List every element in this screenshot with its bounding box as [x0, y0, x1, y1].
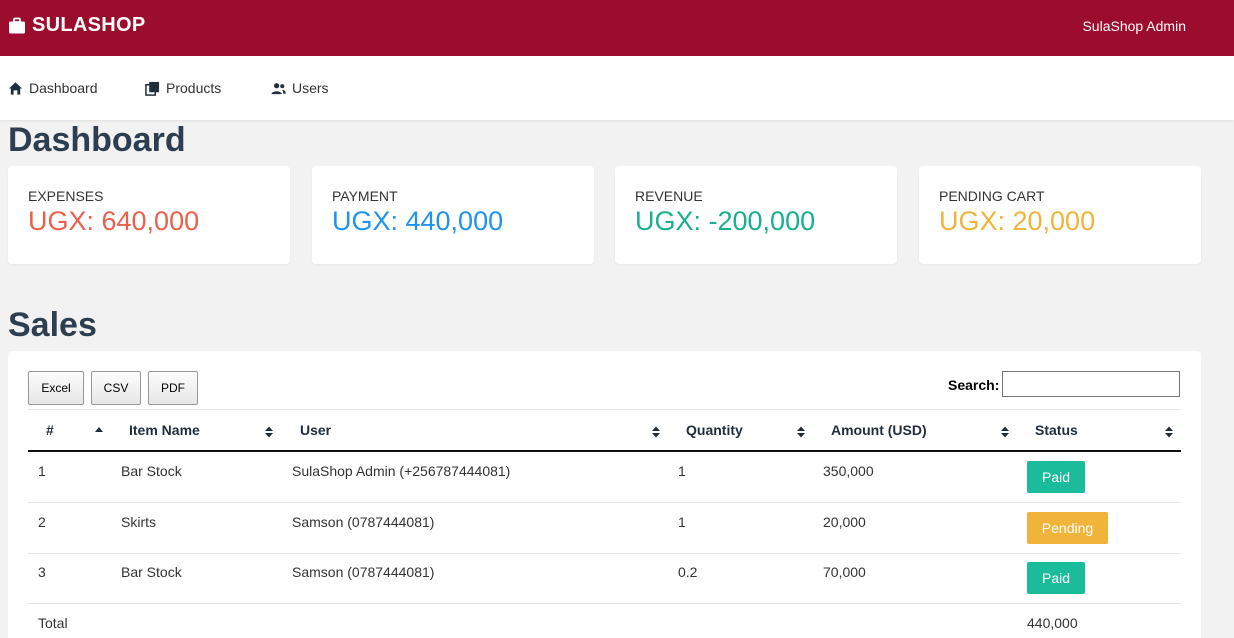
books-icon — [145, 81, 160, 96]
search-input[interactable] — [1002, 371, 1180, 397]
home-icon — [8, 81, 23, 95]
nav-users-label: Users — [292, 80, 329, 96]
page-title: Dashboard — [8, 121, 186, 159]
column-header-amount[interactable]: Amount (USD) — [831, 422, 927, 438]
briefcase-icon — [9, 17, 25, 33]
table-header-divider — [28, 450, 1181, 452]
total-value: 440,000 — [1027, 615, 1078, 631]
sales-title: Sales — [8, 306, 97, 344]
cell-quantity: 0.2 — [678, 564, 698, 580]
sort-icon[interactable] — [796, 425, 806, 439]
stat-value: UGX: 20,000 — [939, 206, 1096, 236]
stat-card-expenses: EXPENSES UGX: 640,000 — [8, 166, 290, 264]
status-badge[interactable]: Paid — [1027, 461, 1085, 493]
sort-icon[interactable] — [1164, 425, 1174, 439]
cell-amount: 70,000 — [823, 564, 866, 580]
cell-user: Samson (0787444081) — [292, 514, 435, 530]
column-header-item-name[interactable]: Item Name — [129, 422, 200, 438]
search-label: Search: — [948, 377, 1000, 393]
nav-bar: Dashboard Products Users — [0, 56, 1234, 120]
sort-icon[interactable] — [1000, 425, 1010, 439]
cell-number: 2 — [38, 514, 46, 530]
cell-amount: 350,000 — [823, 463, 874, 479]
status-badge[interactable]: Pending — [1027, 512, 1108, 544]
row-divider — [28, 603, 1181, 604]
stat-label: EXPENSES — [28, 188, 104, 204]
stat-card-payment: PAYMENT UGX: 440,000 — [312, 166, 594, 264]
brand-name: SULASHOP — [32, 14, 146, 36]
sort-asc-icon[interactable] — [94, 425, 104, 435]
top-bar: SULASHOP SulaShop Admin — [0, 0, 1234, 56]
sales-panel: Excel CSV PDF Search: # Item Name User Q… — [8, 351, 1201, 638]
column-header-user[interactable]: User — [300, 422, 331, 438]
cell-item-name: Skirts — [121, 514, 156, 530]
stat-value: UGX: 640,000 — [28, 206, 200, 236]
export-excel-button[interactable]: Excel — [28, 371, 84, 405]
row-divider — [28, 502, 1181, 503]
stat-label: REVENUE — [635, 188, 703, 204]
nav-dashboard-label: Dashboard — [29, 80, 98, 96]
cell-number: 1 — [38, 463, 46, 479]
status-badge[interactable]: Paid — [1027, 562, 1085, 594]
admin-user-menu[interactable]: SulaShop Admin — [1082, 18, 1186, 34]
divider — [28, 409, 1181, 410]
stat-label: PAYMENT — [332, 188, 398, 204]
cell-quantity: 1 — [678, 514, 686, 530]
stat-value: UGX: 440,000 — [332, 206, 504, 236]
export-pdf-button[interactable]: PDF — [148, 371, 198, 405]
cell-amount: 20,000 — [823, 514, 866, 530]
total-label: Total — [38, 615, 68, 631]
cell-item-name: Bar Stock — [121, 463, 182, 479]
stat-value: UGX: -200,000 — [635, 206, 816, 236]
nav-products-label: Products — [166, 80, 222, 96]
cell-item-name: Bar Stock — [121, 564, 182, 580]
stat-label: PENDING CART — [939, 188, 1045, 204]
column-header-quantity[interactable]: Quantity — [686, 422, 743, 438]
column-header-number[interactable]: # — [46, 422, 54, 438]
row-divider — [28, 553, 1181, 554]
nav-products[interactable]: Products — [145, 80, 221, 96]
sort-icon[interactable] — [651, 425, 661, 439]
cell-user: Samson (0787444081) — [292, 564, 435, 580]
nav-dashboard[interactable]: Dashboard — [8, 80, 98, 96]
nav-users[interactable]: Users — [271, 80, 329, 96]
brand[interactable]: SULASHOP — [8, 14, 146, 37]
column-header-status[interactable]: Status — [1035, 422, 1078, 438]
sort-icon[interactable] — [264, 425, 274, 439]
users-icon — [271, 82, 286, 94]
stat-card-pending-cart: PENDING CART UGX: 20,000 — [919, 166, 1201, 264]
stat-card-revenue: REVENUE UGX: -200,000 — [615, 166, 897, 264]
export-csv-button[interactable]: CSV — [91, 371, 141, 405]
cell-number: 3 — [38, 564, 46, 580]
cell-user: SulaShop Admin (+256787444081) — [292, 463, 511, 479]
cell-quantity: 1 — [678, 463, 686, 479]
